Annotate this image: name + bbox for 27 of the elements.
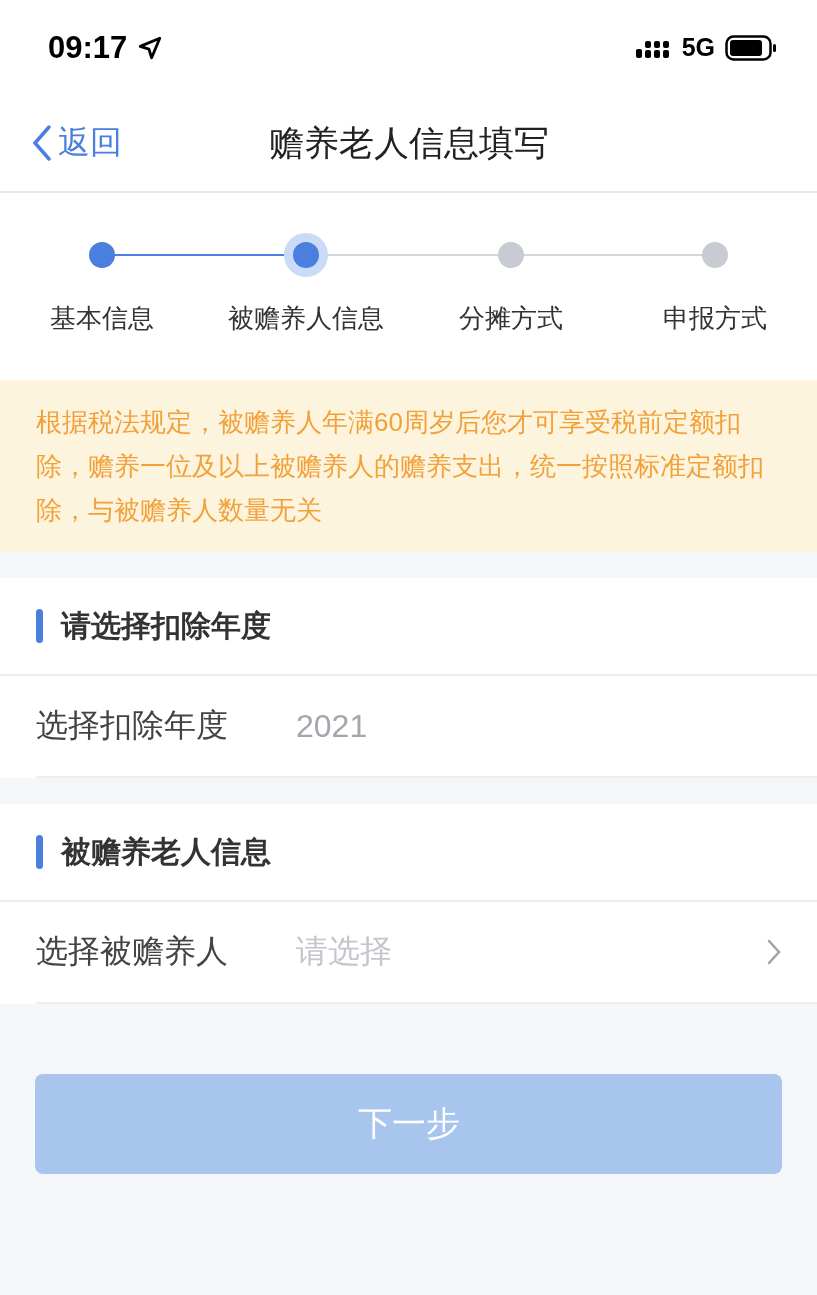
field-label: 选择被赡养人 bbox=[36, 932, 229, 971]
section-marker bbox=[36, 609, 43, 643]
picker-placeholder: 请选择 bbox=[296, 932, 393, 971]
step-dot[interactable] bbox=[89, 242, 116, 268]
step-dot[interactable] bbox=[701, 242, 728, 268]
page-title: 赡养老人信息填写 bbox=[268, 121, 549, 164]
step-label: 基本信息 bbox=[50, 302, 155, 335]
form-row[interactable]: 选择被赡养人 请选择 bbox=[36, 902, 817, 1004]
chevron-left-icon bbox=[32, 125, 52, 161]
section-marker bbox=[36, 835, 43, 869]
chevron-right-icon bbox=[767, 939, 781, 965]
section-title: 被赡养老人信息 bbox=[61, 833, 271, 870]
location-arrow-icon bbox=[137, 34, 164, 61]
battery-icon bbox=[725, 34, 777, 61]
step-dot[interactable] bbox=[497, 242, 524, 268]
step-label: 申报方式 bbox=[662, 302, 767, 335]
notice-text: 根据税法规定，被赡养人年满60周岁后您才可享受税前定额扣除，赡养一位及以上被赡养人的赡养支出，统一按照标准定额扣除，与被赡养人数量无关 bbox=[0, 380, 817, 552]
section-title: 请选择扣除年度 bbox=[61, 607, 271, 644]
back-link[interactable]: 返回 bbox=[32, 121, 122, 165]
network-type: 5G bbox=[681, 33, 715, 62]
field-label: 选择扣除年度 bbox=[36, 706, 229, 745]
step-label: 被赡养人信息 bbox=[228, 302, 385, 335]
field-value: 2021 bbox=[296, 707, 369, 745]
step-label: 分摊方式 bbox=[458, 302, 563, 335]
step-dot[interactable] bbox=[284, 233, 329, 277]
form-row[interactable]: 选择扣除年度 2021 bbox=[36, 676, 817, 778]
clock-time: 09:17 bbox=[48, 29, 128, 66]
